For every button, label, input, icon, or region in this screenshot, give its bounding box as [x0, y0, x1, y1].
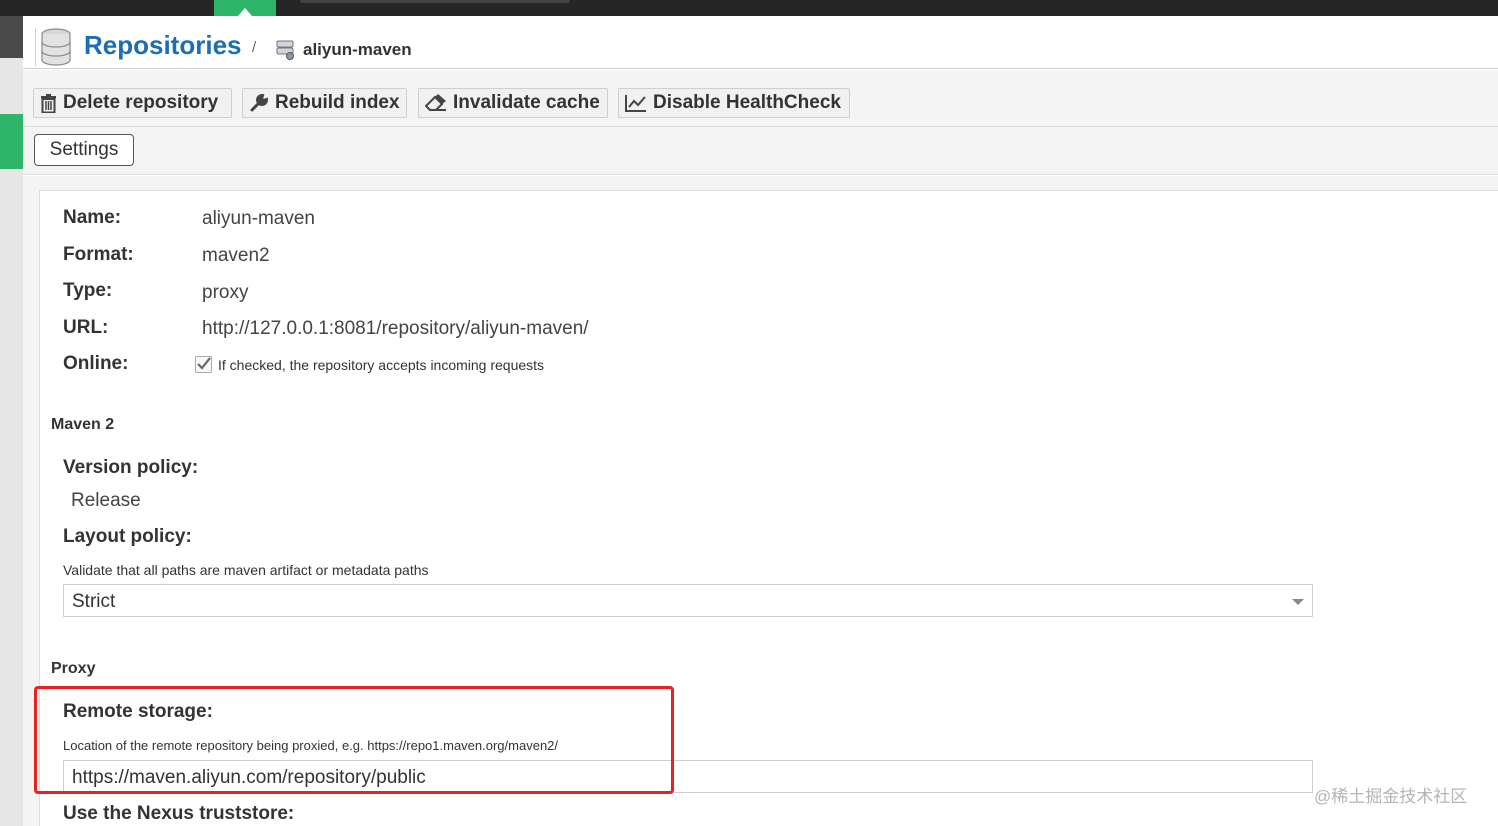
sidebar-active-item[interactable]	[0, 114, 23, 169]
header-divider	[35, 28, 36, 66]
name-value: aliyun-maven	[202, 208, 315, 229]
active-nav-indicator[interactable]	[214, 0, 276, 16]
delete-repository-label: Delete repository	[63, 92, 219, 113]
format-label: Format:	[63, 244, 134, 265]
repository-icon	[276, 40, 294, 60]
name-label: Name:	[63, 207, 122, 228]
invalidate-cache-label: Invalidate cache	[453, 92, 600, 113]
layout-policy-hint: Validate that all paths are maven artifa…	[63, 562, 429, 578]
breadcrumb-separator: /	[252, 39, 257, 56]
tabs-bar: Settings	[23, 127, 1498, 175]
breadcrumb-repositories-link[interactable]: Repositories	[84, 30, 242, 61]
url-label: URL:	[63, 317, 109, 338]
wrench-icon	[250, 94, 268, 112]
chevron-down-icon[interactable]	[1292, 599, 1304, 605]
rebuild-index-label: Rebuild index	[275, 92, 400, 113]
watermark: @稀土掘金技术社区	[1314, 787, 1468, 806]
breadcrumb: Repositories / aliyun-maven	[23, 16, 1498, 69]
red-highlight-box	[34, 686, 674, 794]
top-nav-bar	[0, 0, 1498, 16]
type-value: proxy	[202, 282, 249, 303]
checkmark-icon	[197, 357, 211, 370]
version-policy-label: Version policy:	[63, 457, 199, 478]
toolbar: Delete repository Rebuild index Invalida…	[23, 70, 1498, 127]
online-hint: If checked, the repository accepts incom…	[218, 357, 545, 373]
breadcrumb-repo-name: aliyun-maven	[303, 40, 412, 59]
maven-section-title: Maven 2	[51, 416, 115, 433]
nav-search-edge	[300, 0, 570, 3]
tab-settings[interactable]: Settings	[34, 134, 134, 166]
online-checkbox[interactable]	[195, 356, 212, 373]
online-label: Online:	[63, 353, 129, 374]
chart-line-icon	[625, 95, 646, 112]
layout-policy-select[interactable]: Strict	[63, 584, 1313, 617]
database-icon	[41, 28, 71, 66]
disable-healthcheck-label: Disable HealthCheck	[653, 92, 841, 113]
layout-policy-selected: Strict	[72, 591, 116, 612]
left-sidebar-strip	[0, 16, 23, 826]
type-label: Type:	[63, 280, 113, 301]
layout-policy-label: Layout policy:	[63, 526, 192, 547]
delete-repository-button[interactable]: Delete repository	[33, 88, 232, 118]
rebuild-index-button[interactable]: Rebuild index	[242, 88, 407, 118]
format-value: maven2	[202, 245, 270, 266]
version-policy-value: Release	[71, 490, 141, 511]
invalidate-cache-button[interactable]: Invalidate cache	[418, 88, 608, 118]
trash-icon	[41, 93, 56, 113]
proxy-section-title: Proxy	[51, 660, 96, 677]
sidebar-dark-block	[0, 16, 23, 58]
truststore-label: Use the Nexus truststore:	[63, 803, 295, 824]
eraser-icon	[425, 94, 446, 111]
url-value: http://127.0.0.1:8081/repository/aliyun-…	[202, 318, 589, 339]
disable-healthcheck-button[interactable]: Disable HealthCheck	[618, 88, 850, 118]
